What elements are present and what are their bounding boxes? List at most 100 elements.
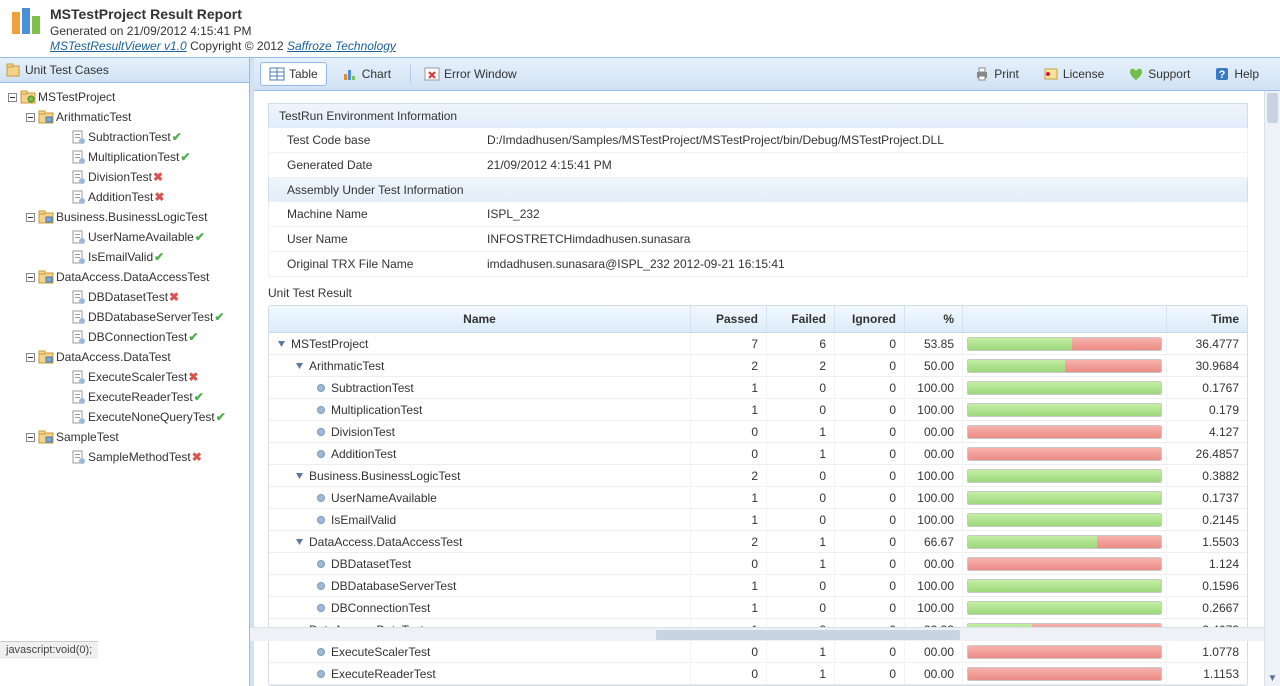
scroll-down-icon[interactable]: ▼ bbox=[1265, 670, 1280, 686]
tree-item-label[interactable]: DBConnectionTest bbox=[88, 330, 187, 344]
tree-toggle[interactable] bbox=[24, 271, 36, 283]
scroll-thumb[interactable] bbox=[1267, 93, 1278, 123]
error-window-button[interactable]: Error Window bbox=[415, 62, 526, 86]
table-row[interactable]: AdditionTest01000.0026.4857 bbox=[269, 443, 1247, 465]
col-ignored[interactable]: Ignored bbox=[835, 306, 905, 332]
hscroll-thumb[interactable] bbox=[656, 630, 960, 640]
tree-test[interactable]: DBDatasetTest✖ bbox=[2, 287, 247, 307]
tree-item-label[interactable]: UserNameAvailable bbox=[88, 230, 194, 244]
col-pct[interactable]: % bbox=[905, 306, 963, 332]
cell-pct: 00.00 bbox=[905, 664, 963, 684]
table-row[interactable]: DivisionTest01000.004.127 bbox=[269, 421, 1247, 443]
cell-bar bbox=[963, 664, 1167, 684]
tree-test[interactable]: DBDatabaseServerTest✔ bbox=[2, 307, 247, 327]
generated-label: Generated Date bbox=[269, 153, 477, 177]
table-row[interactable]: Business.BusinessLogicTest200100.000.388… bbox=[269, 465, 1247, 487]
vertical-scrollbar[interactable]: ▲ ▼ bbox=[1264, 91, 1280, 686]
tree-item-label[interactable]: MSTestProject bbox=[38, 90, 115, 104]
progress-bar bbox=[967, 667, 1162, 681]
tree-item-label[interactable]: IsEmailValid bbox=[88, 250, 153, 264]
tree-panel-title: Unit Test Cases bbox=[25, 63, 109, 77]
tree-item-label[interactable]: AdditionTest bbox=[88, 190, 153, 204]
row-name: Business.BusinessLogicTest bbox=[309, 469, 460, 483]
table-row[interactable]: ArithmaticTest22050.0030.9684 bbox=[269, 355, 1247, 377]
table-row[interactable]: MSTestProject76053.8536.4777 bbox=[269, 333, 1247, 355]
tree-item-label[interactable]: SampleMethodTest bbox=[88, 450, 191, 464]
tree-test[interactable]: AdditionTest✖ bbox=[2, 187, 247, 207]
horizontal-scrollbar[interactable] bbox=[250, 627, 1264, 641]
table-row[interactable]: ExecuteReaderTest01000.001.1153 bbox=[269, 663, 1247, 685]
tree-item-label[interactable]: Business.BusinessLogicTest bbox=[56, 210, 207, 224]
tree-item-icon bbox=[70, 249, 86, 265]
tree-group[interactable]: DataAccess.DataAccessTest bbox=[2, 267, 247, 287]
table-row[interactable]: ExecuteScalerTest01000.001.0778 bbox=[269, 641, 1247, 663]
tree-test[interactable]: DBConnectionTest✔ bbox=[2, 327, 247, 347]
tree-test[interactable]: MultiplicationTest✔ bbox=[2, 147, 247, 167]
tree-toggle[interactable] bbox=[24, 351, 36, 363]
table-row[interactable]: DBDatabaseServerTest100100.000.1596 bbox=[269, 575, 1247, 597]
tree-toggle[interactable] bbox=[24, 211, 36, 223]
viewer-link[interactable]: MSTestResultViewer v1.0 bbox=[50, 39, 187, 53]
row-toggle[interactable] bbox=[293, 536, 305, 548]
progress-bar bbox=[967, 359, 1162, 373]
tree-item-label[interactable]: ExecuteScalerTest bbox=[88, 370, 187, 384]
row-toggle[interactable] bbox=[293, 360, 305, 372]
row-toggle[interactable] bbox=[275, 338, 287, 350]
table-row[interactable]: MultiplicationTest100100.000.179 bbox=[269, 399, 1247, 421]
tree-item-label[interactable]: ArithmaticTest bbox=[56, 110, 131, 124]
tree-item-label[interactable]: DBDatasetTest bbox=[88, 290, 168, 304]
cell-pct: 100.00 bbox=[905, 510, 963, 530]
table-row[interactable]: IsEmailValid100100.000.2145 bbox=[269, 509, 1247, 531]
content-area: TestRun Environment Information Test Cod… bbox=[254, 91, 1280, 686]
table-row[interactable]: DataAccess.DataAccessTest21066.671.5503 bbox=[269, 531, 1247, 553]
tree-test[interactable]: ExecuteNoneQueryTest✔ bbox=[2, 407, 247, 427]
col-name[interactable]: Name bbox=[269, 306, 691, 332]
tree-group[interactable]: Business.BusinessLogicTest bbox=[2, 207, 247, 227]
tree-item-label[interactable]: ExecuteReaderTest bbox=[88, 390, 193, 404]
cell-name: AdditionTest bbox=[269, 444, 691, 464]
unit-test-icon bbox=[6, 63, 20, 77]
company-link[interactable]: Saffroze Technology bbox=[287, 39, 396, 53]
print-button[interactable]: Print bbox=[965, 62, 1028, 86]
fail-icon: ✖ bbox=[192, 450, 202, 464]
tree-item-label[interactable]: SubtractionTest bbox=[88, 130, 171, 144]
tree-item-label[interactable]: DataAccess.DataTest bbox=[56, 350, 171, 364]
table-row[interactable]: DBDatasetTest01000.001.124 bbox=[269, 553, 1247, 575]
tree-test[interactable]: ExecuteReaderTest✔ bbox=[2, 387, 247, 407]
tree-test[interactable]: UserNameAvailable✔ bbox=[2, 227, 247, 247]
table-button[interactable]: Table bbox=[260, 62, 327, 86]
tree-item-label[interactable]: MultiplicationTest bbox=[88, 150, 179, 164]
col-time[interactable]: Time bbox=[1167, 306, 1247, 332]
tree-root[interactable]: MSTestProject bbox=[2, 87, 247, 107]
row-toggle[interactable] bbox=[293, 470, 305, 482]
tree-group[interactable]: SampleTest bbox=[2, 427, 247, 447]
tree-group[interactable]: ArithmaticTest bbox=[2, 107, 247, 127]
tree-body[interactable]: MSTestProject ArithmaticTest SubtractionTe… bbox=[0, 83, 249, 643]
tree-group[interactable]: DataAccess.DataTest bbox=[2, 347, 247, 367]
tree-item-label[interactable]: DataAccess.DataAccessTest bbox=[56, 270, 209, 284]
cell-ignored: 0 bbox=[835, 356, 905, 376]
table-row[interactable]: DBConnectionTest100100.000.2667 bbox=[269, 597, 1247, 619]
col-passed[interactable]: Passed bbox=[691, 306, 767, 332]
tree-test[interactable]: SubtractionTest✔ bbox=[2, 127, 247, 147]
tree-test[interactable]: DivisionTest✖ bbox=[2, 167, 247, 187]
tree-item-label[interactable]: DivisionTest bbox=[88, 170, 152, 184]
tree-toggle[interactable] bbox=[24, 431, 36, 443]
fail-icon: ✖ bbox=[154, 190, 164, 204]
tree-item-label[interactable]: SampleTest bbox=[56, 430, 119, 444]
tree-item-label[interactable]: ExecuteNoneQueryTest bbox=[88, 410, 215, 424]
tree-test[interactable]: ExecuteScalerTest✖ bbox=[2, 367, 247, 387]
cell-passed: 0 bbox=[691, 422, 767, 442]
tree-test[interactable]: IsEmailValid✔ bbox=[2, 247, 247, 267]
table-row[interactable]: UserNameAvailable100100.000.1737 bbox=[269, 487, 1247, 509]
license-button[interactable]: License bbox=[1034, 62, 1113, 86]
col-failed[interactable]: Failed bbox=[767, 306, 835, 332]
tree-toggle[interactable] bbox=[24, 111, 36, 123]
support-button[interactable]: Support bbox=[1119, 62, 1199, 86]
tree-item-label[interactable]: DBDatabaseServerTest bbox=[88, 310, 213, 324]
table-row[interactable]: SubtractionTest100100.000.1767 bbox=[269, 377, 1247, 399]
chart-button[interactable]: Chart bbox=[333, 62, 400, 86]
help-button[interactable]: ? Help bbox=[1205, 62, 1268, 86]
tree-toggle[interactable] bbox=[6, 91, 18, 103]
tree-test[interactable]: SampleMethodTest✖ bbox=[2, 447, 247, 467]
